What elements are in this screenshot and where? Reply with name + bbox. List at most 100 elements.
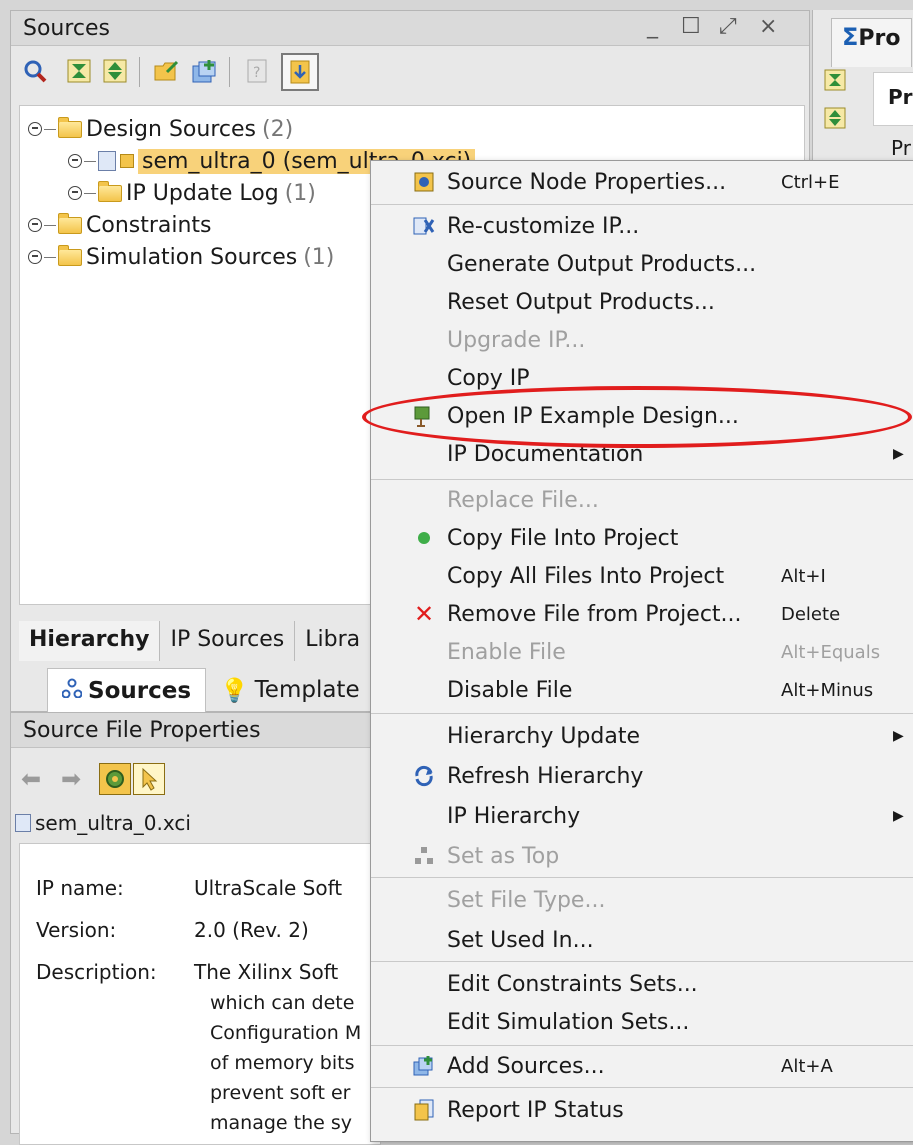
- description-line: which can dete: [210, 992, 355, 1014]
- expand-toggle-icon[interactable]: [28, 218, 42, 232]
- menu-item-replace-file[interactable]: Replace File...: [371, 481, 913, 519]
- menu-item-reset-output-products[interactable]: Reset Output Products...: [371, 283, 913, 321]
- menu-item-disable-file[interactable]: Disable File Alt+Minus: [371, 671, 913, 709]
- menu-item-ip-documentation[interactable]: IP Documentation ▶: [371, 435, 913, 473]
- menu-item-open-ip-example-design[interactable]: Open IP Example Design...: [371, 397, 913, 435]
- back-arrow-icon[interactable]: ⬅: [21, 765, 41, 793]
- expand-toggle-icon[interactable]: [68, 186, 82, 200]
- folder-icon: [58, 244, 82, 266]
- customize-ip-icon: [413, 215, 435, 237]
- menu-label: Replace File...: [447, 487, 599, 513]
- menu-item-enable-file[interactable]: Enable File Alt+Equals: [371, 633, 913, 671]
- subtab-sources[interactable]: Sources: [47, 668, 207, 712]
- menu-label: Open IP Example Design...: [447, 403, 739, 429]
- ip-status-icon: [120, 154, 134, 168]
- tree-node-simulation-sources[interactable]: Simulation Sources (1): [28, 242, 334, 272]
- menu-separator: [371, 713, 913, 714]
- menu-item-remove-file[interactable]: ✕ Remove File from Project... Delete: [371, 595, 913, 633]
- tab-hierarchy[interactable]: Hierarchy: [19, 621, 161, 661]
- forward-arrow-icon[interactable]: ➡: [61, 765, 81, 793]
- green-dot-icon: [413, 527, 435, 549]
- ip-file-icon: [15, 814, 31, 832]
- menu-label: Copy All Files Into Project: [447, 563, 725, 589]
- collapse-all-icon[interactable]: [65, 57, 93, 85]
- collapse-all-icon[interactable]: [823, 68, 847, 98]
- prop-value: 2.0 (Rev. 2): [194, 918, 309, 942]
- menu-label: Upgrade IP...: [447, 327, 586, 353]
- subtab-templates[interactable]: 💡 Template: [206, 668, 374, 712]
- tree-node-ip-update-log[interactable]: IP Update Log (1): [68, 178, 316, 208]
- menu-item-copy-file-into-project[interactable]: Copy File Into Project: [371, 519, 913, 557]
- report-icon: [413, 1099, 435, 1121]
- submenu-arrow-icon: ▶: [893, 808, 904, 824]
- prop-value: UltraScale Soft: [194, 876, 343, 900]
- search-icon[interactable]: [21, 57, 49, 85]
- menu-item-refresh-hierarchy[interactable]: Refresh Hierarchy: [371, 757, 913, 795]
- subtab-label: Template: [254, 677, 360, 703]
- menu-label: IP Hierarchy: [447, 803, 581, 829]
- tree-node-label: IP Update Log: [126, 180, 279, 206]
- toolbar-divider: [139, 57, 140, 87]
- description-line: prevent soft er: [210, 1082, 351, 1104]
- menu-separator: [371, 479, 913, 480]
- selected-file: sem_ultra_0.xci: [15, 811, 191, 835]
- properties-header: Source File Properties: [11, 713, 381, 748]
- open-folder-icon[interactable]: [153, 57, 181, 85]
- menu-shortcut: Alt+Minus: [781, 679, 874, 701]
- menu-item-hierarchy-update[interactable]: Hierarchy Update ▶: [371, 717, 913, 755]
- menu-item-generate-output-products[interactable]: Generate Output Products...: [371, 245, 913, 283]
- pointer-icon[interactable]: [133, 763, 165, 795]
- menu-item-set-as-top[interactable]: Set as Top: [371, 837, 913, 875]
- menu-item-copy-ip[interactable]: Copy IP: [371, 359, 913, 397]
- menu-label: Set Used In...: [447, 927, 594, 953]
- menu-item-recustomize-ip[interactable]: Re-customize IP...: [371, 207, 913, 245]
- maximize-icon[interactable]: ☐: [681, 14, 701, 39]
- menu-item-edit-simulation-sets[interactable]: Edit Simulation Sets...: [371, 1003, 913, 1041]
- settings-gear-icon[interactable]: [99, 763, 131, 795]
- folder-icon: [58, 212, 82, 234]
- menu-item-report-ip-status[interactable]: Report IP Status: [371, 1091, 913, 1129]
- tab-ip-sources[interactable]: IP Sources: [160, 621, 296, 661]
- restore-icon[interactable]: ⤢: [719, 14, 737, 39]
- menu-item-edit-constraints-sets[interactable]: Edit Constraints Sets...: [371, 965, 913, 1003]
- minimize-icon[interactable]: _: [647, 14, 658, 39]
- tree-node-label: Design Sources: [86, 116, 256, 142]
- expand-toggle-icon[interactable]: [68, 154, 82, 168]
- subtab-label: Sources: [88, 677, 192, 704]
- menu-label: Source Node Properties...: [447, 169, 727, 195]
- sources-header: Sources _ ☐ ⤢ ×: [11, 11, 809, 46]
- close-icon[interactable]: ×: [759, 14, 777, 39]
- add-sources-icon[interactable]: [191, 57, 219, 85]
- menu-item-add-sources[interactable]: Add Sources... Alt+A: [371, 1047, 913, 1085]
- document-info-icon[interactable]: ?: [243, 57, 271, 85]
- folder-icon: [58, 116, 82, 138]
- menu-item-set-file-type[interactable]: Set File Type...: [371, 881, 913, 919]
- description-line: manage the sy: [210, 1112, 352, 1134]
- menu-item-upgrade-ip[interactable]: Upgrade IP...: [371, 321, 913, 359]
- tab-project-summary[interactable]: ΣPro: [831, 18, 912, 67]
- expand-all-icon[interactable]: [101, 57, 129, 85]
- menu-label: IP Documentation: [447, 441, 644, 467]
- menu-label: Re-customize IP...: [447, 213, 640, 239]
- expand-toggle-icon[interactable]: [28, 122, 42, 136]
- menu-label: Edit Simulation Sets...: [447, 1009, 690, 1035]
- hierarchy-icon: [413, 845, 435, 867]
- tree-branch: [84, 160, 96, 162]
- tree-node-count: (1): [303, 244, 335, 270]
- menu-separator: [371, 204, 913, 205]
- menu-item-copy-all-files[interactable]: Copy All Files Into Project Alt+I: [371, 557, 913, 595]
- menu-label: Set as Top: [447, 843, 560, 869]
- menu-item-ip-hierarchy[interactable]: IP Hierarchy ▶: [371, 797, 913, 835]
- tree-node-design-sources[interactable]: Design Sources (2): [28, 114, 293, 144]
- toolbar-divider: [229, 57, 230, 87]
- expand-toggle-icon[interactable]: [28, 250, 42, 264]
- prop-label: Version:: [36, 918, 117, 942]
- show-hierarchy-icon[interactable]: [281, 53, 319, 91]
- tab-libraries[interactable]: Libra: [295, 621, 372, 661]
- menu-item-set-used-in[interactable]: Set Used In...: [371, 921, 913, 959]
- expand-all-icon[interactable]: [823, 106, 847, 136]
- sources-tree-icon: [61, 678, 83, 704]
- menu-item-source-node-properties[interactable]: Source Node Properties... Ctrl+E: [371, 163, 913, 201]
- tree-node-label: Simulation Sources: [86, 244, 298, 270]
- tree-node-constraints[interactable]: Constraints: [28, 210, 212, 240]
